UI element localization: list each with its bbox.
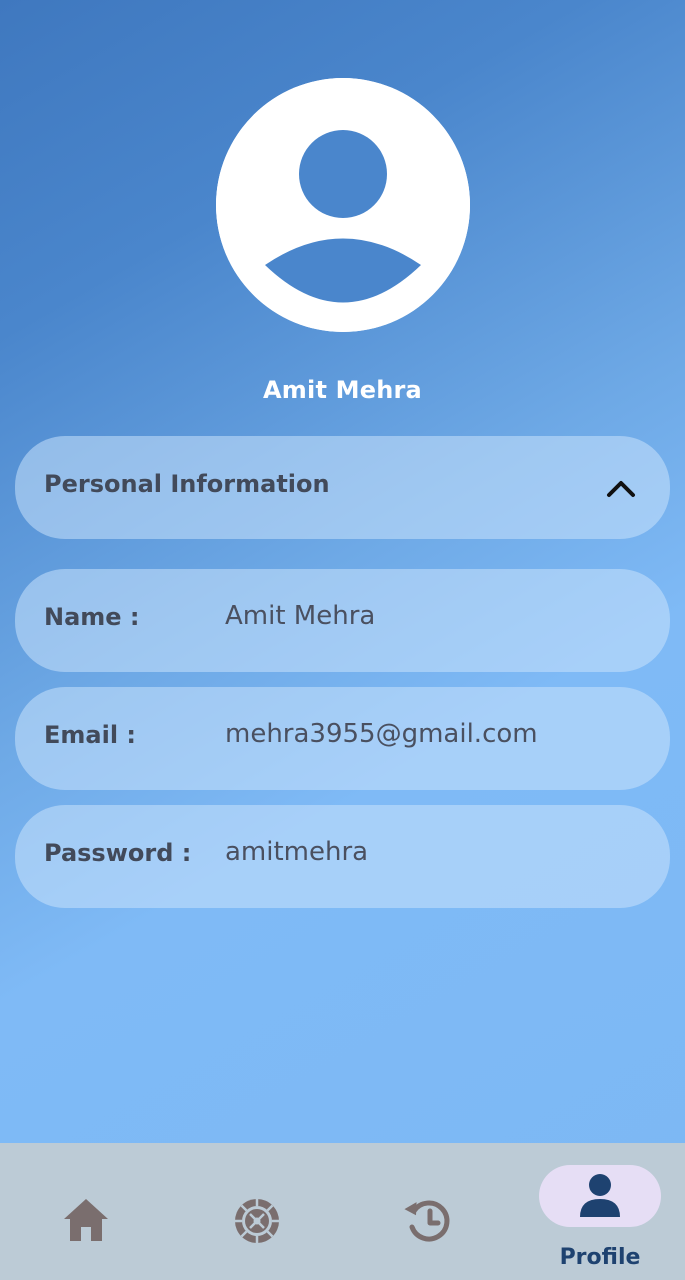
section-title: Personal Information	[44, 470, 330, 498]
nav-profile[interactable]: Profile	[530, 1143, 670, 1280]
email-label: Email :	[44, 721, 137, 749]
user-avatar-icon	[216, 78, 470, 332]
nav-history[interactable]	[382, 1143, 474, 1280]
password-label: Password :	[44, 839, 192, 867]
roulette-wheel-icon	[235, 1199, 279, 1243]
password-row: Password : amitmehra	[15, 805, 670, 908]
name-label: Name :	[44, 603, 140, 631]
bottom-navigation: Profile	[0, 1143, 685, 1280]
profile-name: Amit Mehra	[263, 376, 422, 404]
nav-home[interactable]	[40, 1143, 132, 1280]
nav-roulette[interactable]	[211, 1143, 303, 1280]
name-row: Name : Amit Mehra	[15, 569, 670, 672]
chevron-up-icon[interactable]	[604, 472, 638, 506]
email-row: Email : mehra3955@gmail.com	[15, 687, 670, 790]
avatar[interactable]	[216, 78, 470, 332]
nav-profile-label: Profile	[559, 1245, 641, 1270]
email-value: mehra3955@gmail.com	[225, 719, 538, 749]
profile-icon	[580, 1174, 620, 1217]
history-icon	[404, 1200, 450, 1242]
home-icon	[64, 1199, 108, 1241]
password-value: amitmehra	[225, 837, 369, 867]
name-value: Amit Mehra	[225, 601, 376, 631]
personal-information-header[interactable]: Personal Information	[15, 436, 670, 539]
